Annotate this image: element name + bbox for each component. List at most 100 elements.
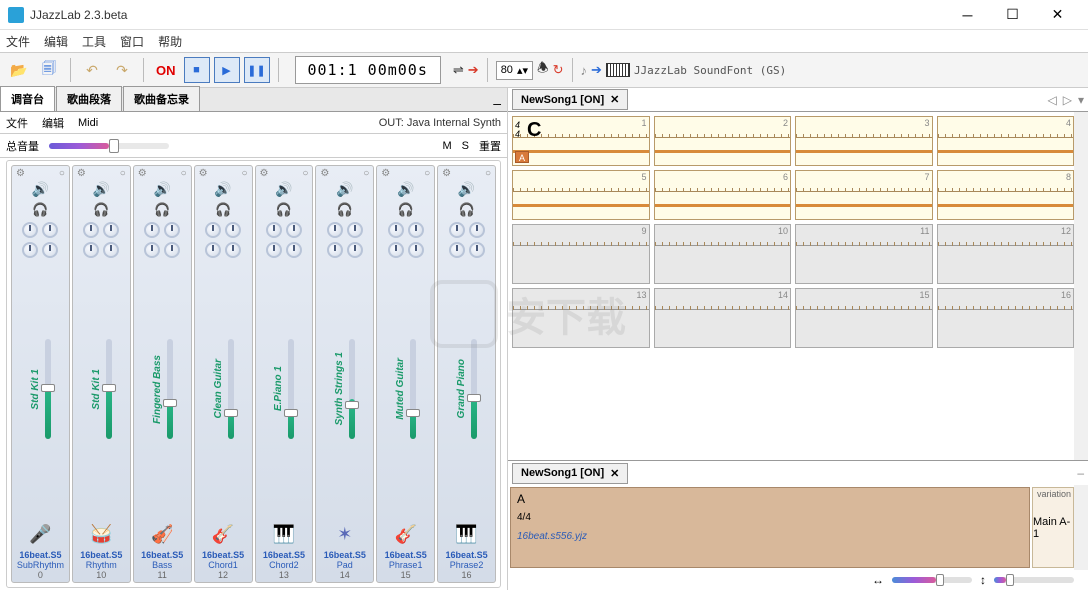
- panel-minimize-icon[interactable]: –: [487, 95, 507, 111]
- empty-bar[interactable]: 13: [512, 288, 650, 348]
- knob-4[interactable]: [225, 242, 241, 258]
- circle-icon[interactable]: ○: [363, 168, 369, 179]
- headphone-icon[interactable]: 🎧: [458, 202, 474, 218]
- chord-bar[interactable]: 2: [654, 116, 792, 166]
- loop-icon[interactable]: ⇌: [453, 62, 464, 78]
- gear-icon[interactable]: ⚙: [381, 168, 390, 179]
- headphone-icon[interactable]: 🎧: [93, 202, 109, 218]
- countoff-icon[interactable]: ↻: [553, 62, 564, 78]
- note-icon[interactable]: ♪: [581, 63, 588, 78]
- knob-4[interactable]: [408, 242, 424, 258]
- knob-4[interactable]: [347, 242, 363, 258]
- headphone-icon[interactable]: 🎧: [398, 202, 414, 218]
- mixer-menu-edit[interactable]: 编辑: [42, 115, 64, 131]
- scrollbar-vertical[interactable]: [1074, 112, 1088, 460]
- scrollbar-vertical[interactable]: [1074, 485, 1088, 570]
- circle-icon[interactable]: ○: [120, 168, 126, 179]
- mute-all-button[interactable]: M: [442, 140, 451, 152]
- reset-button[interactable]: 重置: [479, 138, 501, 154]
- pan-knob[interactable]: [266, 222, 282, 238]
- fx-knob[interactable]: [42, 222, 58, 238]
- open-button[interactable]: 📂: [6, 57, 32, 83]
- fx-knob[interactable]: [469, 222, 485, 238]
- volume-fader[interactable]: [106, 339, 112, 439]
- speaker-icon[interactable]: 🔊: [153, 181, 170, 198]
- master-volume-slider[interactable]: [49, 143, 169, 149]
- close-button[interactable]: ✕: [1035, 1, 1080, 29]
- volume-fader[interactable]: [228, 339, 234, 439]
- chord-bar[interactable]: 8: [937, 170, 1075, 220]
- empty-bar[interactable]: 11: [795, 224, 933, 284]
- speaker-icon[interactable]: 🔊: [336, 181, 353, 198]
- knob-4[interactable]: [103, 242, 119, 258]
- gear-icon[interactable]: ⚙: [320, 168, 329, 179]
- volume-fader[interactable]: [349, 339, 355, 439]
- headphone-icon[interactable]: 🎧: [276, 202, 292, 218]
- tab-song-memo[interactable]: 歌曲备忘录: [123, 86, 200, 111]
- piano-icon[interactable]: [606, 63, 630, 77]
- knob-3[interactable]: [205, 242, 221, 258]
- volume-fader[interactable]: [410, 339, 416, 439]
- chord-bar[interactable]: 5: [512, 170, 650, 220]
- nav-menu-icon[interactable]: ▾: [1078, 93, 1084, 107]
- nav-next-icon[interactable]: ▷: [1063, 93, 1072, 107]
- menu-window[interactable]: 窗口: [120, 33, 144, 50]
- volume-fader[interactable]: [288, 339, 294, 439]
- empty-bar[interactable]: 15: [795, 288, 933, 348]
- tab-mixer[interactable]: 调音台: [0, 86, 55, 111]
- maximize-button[interactable]: ☐: [990, 1, 1035, 29]
- section-block[interactable]: A 4/4 16beat.s556.yjz: [510, 487, 1030, 568]
- speaker-icon[interactable]: 🔊: [275, 181, 292, 198]
- chord-bar[interactable]: 4: [937, 116, 1075, 166]
- knob-4[interactable]: [286, 242, 302, 258]
- mixer-menu-midi[interactable]: Midi: [78, 117, 98, 129]
- pan-knob[interactable]: [449, 222, 465, 238]
- empty-bar[interactable]: 10: [654, 224, 792, 284]
- headphone-icon[interactable]: 🎧: [215, 202, 231, 218]
- empty-bar[interactable]: 16: [937, 288, 1075, 348]
- knob-3[interactable]: [327, 242, 343, 258]
- section-marker[interactable]: A: [515, 151, 529, 163]
- gear-icon[interactable]: ⚙: [138, 168, 147, 179]
- zoom-v-slider[interactable]: [994, 577, 1074, 583]
- fx-knob[interactable]: [103, 222, 119, 238]
- song-tab[interactable]: NewSong1 [ON] ✕: [512, 89, 628, 110]
- knob-3[interactable]: [266, 242, 282, 258]
- pan-knob[interactable]: [388, 222, 404, 238]
- volume-fader[interactable]: [167, 339, 173, 439]
- zoom-h-slider[interactable]: [892, 577, 972, 583]
- speaker-icon[interactable]: 🔊: [93, 181, 110, 198]
- solo-all-button[interactable]: S: [462, 140, 469, 152]
- circle-icon[interactable]: ○: [424, 168, 430, 179]
- pan-knob[interactable]: [22, 222, 38, 238]
- chord-bar[interactable]: 7: [795, 170, 933, 220]
- menu-tools[interactable]: 工具: [82, 33, 106, 50]
- volume-fader[interactable]: [45, 339, 51, 439]
- save-all-button[interactable]: 🗐: [36, 57, 62, 83]
- gear-icon[interactable]: ⚙: [442, 168, 451, 179]
- fx-knob[interactable]: [347, 222, 363, 238]
- structure-tab[interactable]: NewSong1 [ON] ✕: [512, 463, 628, 484]
- play-button[interactable]: ▶: [214, 57, 240, 83]
- variation-block[interactable]: variation Main A-1: [1032, 487, 1074, 568]
- mixer-menu-file[interactable]: 文件: [6, 115, 28, 131]
- circle-icon[interactable]: ○: [59, 168, 65, 179]
- chord-bar[interactable]: 6: [654, 170, 792, 220]
- redo-button[interactable]: ↷: [109, 57, 135, 83]
- speaker-icon[interactable]: 🔊: [214, 181, 231, 198]
- knob-3[interactable]: [388, 242, 404, 258]
- gear-icon[interactable]: ⚙: [16, 168, 25, 179]
- tab-song-structure[interactable]: 歌曲段落: [56, 86, 122, 111]
- undo-button[interactable]: ↶: [79, 57, 105, 83]
- menu-help[interactable]: 帮助: [158, 33, 182, 50]
- knob-3[interactable]: [449, 242, 465, 258]
- knob-4[interactable]: [42, 242, 58, 258]
- fx-knob[interactable]: [408, 222, 424, 238]
- menu-file[interactable]: 文件: [6, 33, 30, 50]
- record-icon[interactable]: ➔: [468, 62, 479, 78]
- close-tab-icon[interactable]: ✕: [610, 93, 619, 106]
- speaker-icon[interactable]: 🔊: [32, 181, 49, 198]
- gear-icon[interactable]: ⚙: [260, 168, 269, 179]
- headphone-icon[interactable]: 🎧: [337, 202, 353, 218]
- empty-bar[interactable]: 14: [654, 288, 792, 348]
